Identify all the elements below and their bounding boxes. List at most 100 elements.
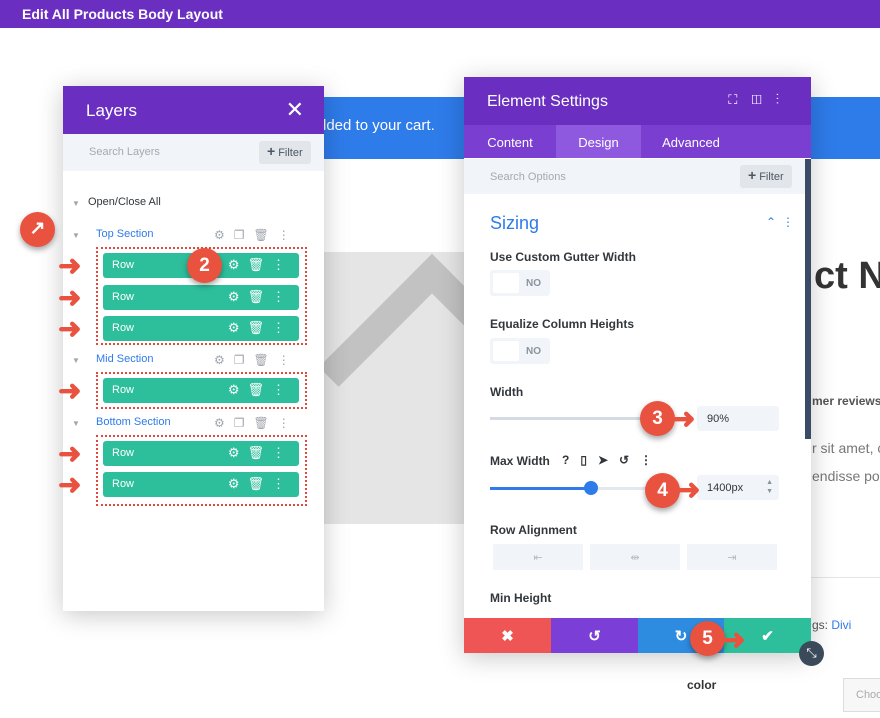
choose-option-select[interactable]: Choo [843, 678, 880, 712]
width-label: Width [490, 385, 524, 399]
layer-row[interactable]: Row ⚙🗑⋮ [103, 378, 299, 403]
width-slider[interactable] [490, 417, 660, 420]
layer-row[interactable]: Row ⚙🗑⋮ [103, 441, 299, 466]
tab-advanced[interactable]: Advanced [641, 125, 741, 158]
discard-button[interactable]: ✖ [464, 618, 551, 653]
section-action-icons[interactable]: ⚙❐🗑⋮ [214, 416, 299, 430]
min-height-label: Min Height [490, 591, 552, 605]
product-title: ct Na [814, 255, 880, 297]
max-width-value: 1400px [707, 482, 744, 494]
align-center-button[interactable]: ⇹ [590, 544, 680, 570]
align-left-button[interactable]: ⇤ [493, 544, 583, 570]
search-options-input[interactable]: Search Options [490, 171, 566, 183]
row-label: Row [112, 478, 135, 490]
row-alignment-label: Row Alignment [490, 523, 577, 537]
equalize-toggle[interactable]: NO [490, 338, 550, 364]
slider-thumb[interactable] [584, 481, 598, 495]
row-label: Row [112, 447, 135, 459]
arrow-right-icon: ➜ [58, 438, 82, 469]
section-action-icons[interactable]: ⚙❐🗑⋮ [214, 353, 299, 367]
tag-link[interactable]: Divi [831, 618, 851, 632]
row-label: Row [112, 291, 135, 303]
cart-notice-text: dded to your cart. [318, 117, 435, 134]
row-action-icons[interactable]: ⚙🗑⋮ [228, 289, 293, 305]
open-close-all-toggle[interactable]: Open/Close All [88, 196, 161, 208]
max-width-option-icons[interactable]: ?▯➤↺⋮ [562, 453, 663, 467]
sizing-group-title[interactable]: Sizing [490, 213, 539, 234]
collapse-caret-icon[interactable]: ▼ [72, 356, 80, 365]
scrollbar[interactable] [805, 159, 811, 439]
align-right-button[interactable]: ⇥ [687, 544, 777, 570]
close-icon[interactable]: ✕ [286, 97, 304, 123]
tags-label: gs: [812, 618, 832, 632]
product-reviews-link[interactable]: mer reviews) [812, 394, 880, 408]
annotation-badge: 3 [640, 401, 675, 436]
row-action-icons[interactable]: ⚙🗑⋮ [228, 476, 293, 492]
arrow-right-icon: ➜ [58, 250, 82, 281]
product-description-line: r sit amet, c [812, 440, 880, 456]
arrow-right-icon: ➜ [58, 375, 82, 406]
arrow-right-icon: ➜ [58, 313, 82, 344]
resize-handle-icon[interactable]: ⤡ [799, 641, 824, 666]
gutter-label: Use Custom Gutter Width [490, 250, 636, 264]
undo-button[interactable]: ↺ [551, 618, 638, 653]
settings-header: Element Settings ⛶◫⋮ [464, 77, 811, 125]
row-label: Row [112, 322, 135, 334]
annotation-badge: 4 [645, 473, 680, 508]
element-settings-panel: Element Settings ⛶◫⋮ Content Design Adva… [464, 77, 811, 653]
collapse-caret-icon[interactable]: ▼ [72, 231, 80, 240]
row-label: Row [112, 384, 135, 396]
layers-header: Layers ✕ [63, 86, 324, 134]
product-description-line: endisse po [812, 468, 880, 484]
row-action-icons[interactable]: ⚙🗑⋮ [228, 257, 293, 273]
max-width-slider[interactable] [490, 481, 660, 495]
search-layers-input[interactable]: Search Layers [89, 146, 160, 158]
product-tags: gs: Divi [812, 618, 851, 632]
row-action-icons[interactable]: ⚙🗑⋮ [228, 445, 293, 461]
group-collapse-icon[interactable]: ⌃⋮ [766, 215, 800, 229]
width-input[interactable]: 90% [697, 406, 779, 431]
layer-section-mid[interactable]: Mid Section [96, 353, 153, 365]
annotation-badge: ↗ [20, 212, 55, 247]
help-icon[interactable]: ? [562, 453, 580, 467]
layers-search-bar: Search Layers + Filter [63, 134, 324, 171]
equalize-label: Equalize Column Heights [490, 317, 635, 331]
arrow-right-icon: ➜ [677, 474, 701, 505]
layers-filter-button[interactable]: + Filter [259, 141, 311, 164]
window-title-bar: Edit All Products Body Layout [0, 0, 880, 28]
options-filter-button[interactable]: + Filter [740, 165, 792, 188]
arrow-right-icon: ➜ [58, 282, 82, 313]
arrow-right-icon: ➜ [672, 403, 696, 434]
arrow-right-icon: ➜ [58, 469, 82, 500]
row-action-icons[interactable]: ⚙🗑⋮ [228, 382, 293, 398]
annotation-badge: 2 [187, 248, 222, 283]
max-width-input[interactable]: 1400px ▲ ▼ [697, 475, 779, 500]
annotation-badge: 5 [690, 621, 725, 656]
toggle-knob [493, 341, 519, 361]
layer-row[interactable]: Row ⚙🗑⋮ [103, 316, 299, 341]
placeholder-image-icon [318, 253, 470, 481]
layer-row[interactable]: Row ⚙🗑⋮ [103, 472, 299, 497]
product-image-placeholder [300, 252, 470, 524]
layer-row[interactable]: Row ⚙🗑⋮ [103, 285, 299, 310]
layers-panel: Layers ✕ Search Layers + Filter [63, 86, 324, 611]
row-label: Row [112, 259, 135, 271]
filter-label: Filter [278, 147, 303, 159]
collapse-caret-icon[interactable]: ▼ [72, 199, 80, 208]
tab-design[interactable]: Design [556, 125, 641, 158]
layer-section-bottom[interactable]: Bottom Section [96, 416, 171, 428]
tab-content[interactable]: Content [464, 125, 556, 158]
toggle-value: NO [526, 278, 541, 289]
toggle-value: NO [526, 346, 541, 357]
plus-icon: + [267, 143, 276, 159]
toggle-knob [493, 273, 519, 293]
collapse-caret-icon[interactable]: ▼ [72, 419, 80, 428]
row-action-icons[interactable]: ⚙🗑⋮ [228, 320, 293, 336]
section-action-icons[interactable]: ⚙❐🗑⋮ [214, 228, 299, 242]
stepper-icon[interactable]: ▲ ▼ [766, 478, 773, 496]
header-action-icons[interactable]: ⛶◫⋮ [728, 92, 793, 108]
gutter-toggle[interactable]: NO [490, 270, 550, 296]
layer-section-top[interactable]: Top Section [96, 228, 153, 240]
color-label: color [687, 678, 717, 692]
settings-tabs: Content Design Advanced [464, 125, 811, 158]
